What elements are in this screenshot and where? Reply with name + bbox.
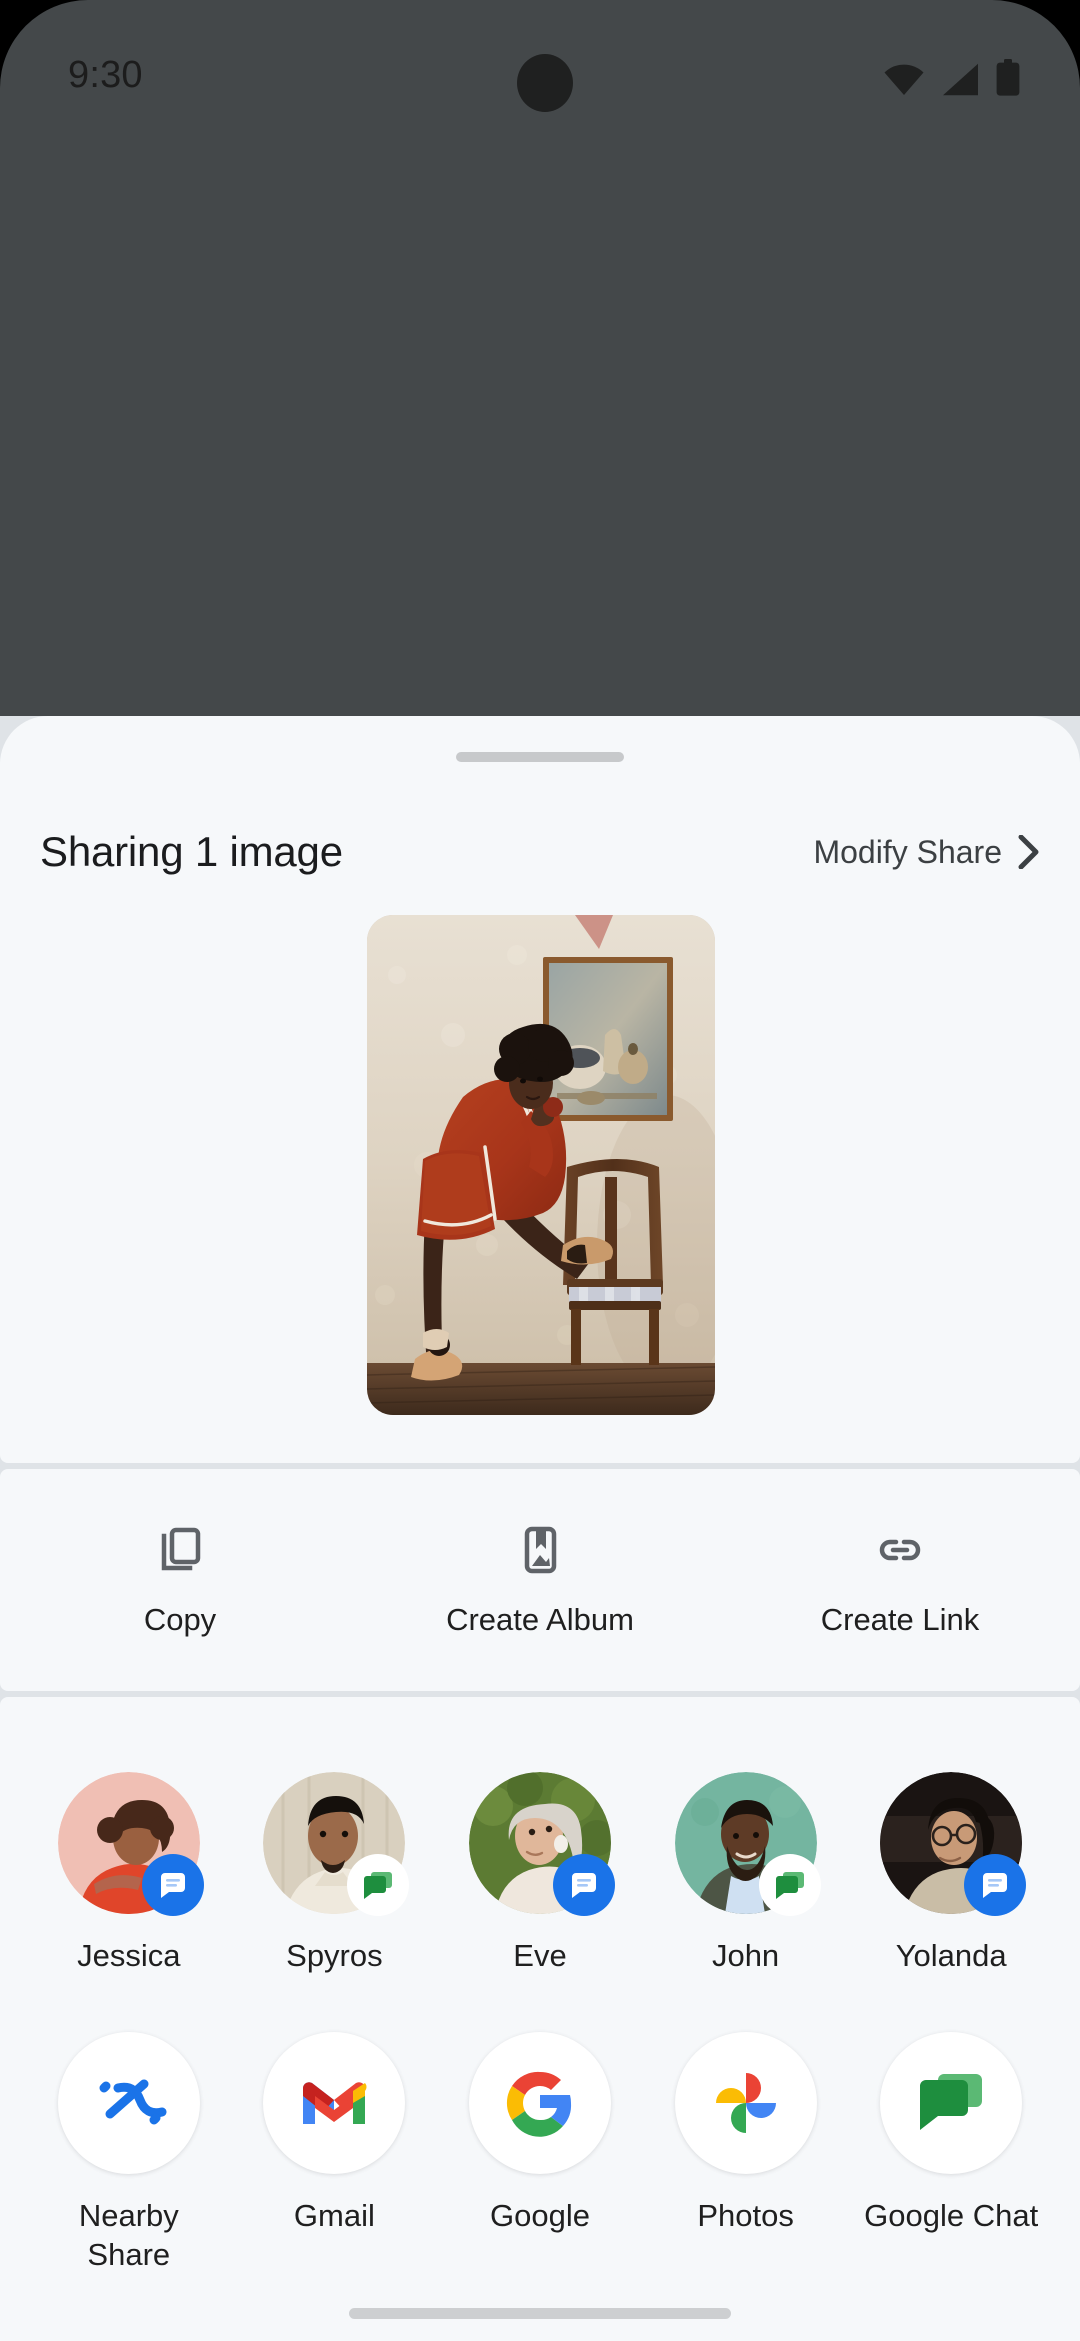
nearby-share-icon	[88, 2062, 170, 2144]
app-icon-wrap	[58, 2032, 200, 2174]
messages-badge-icon	[964, 1854, 1026, 1916]
contact-jessica[interactable]: Jessica	[26, 1772, 232, 1976]
action-copy-label: Copy	[144, 1602, 216, 1638]
link-icon	[872, 1522, 928, 1578]
app-label: Nearby Share	[34, 2196, 224, 2275]
app-icon-wrap	[263, 2032, 405, 2174]
contact-name: Eve	[513, 1936, 566, 1976]
chat-badge-icon	[347, 1854, 409, 1916]
preview-image-art	[367, 915, 715, 1415]
direct-share-contacts-row: Jessica	[0, 1697, 1080, 1976]
wifi-icon	[884, 64, 924, 96]
contact-john[interactable]: John	[643, 1772, 849, 1976]
status-bar: 9:30	[0, 0, 1080, 130]
avatar-wrap	[469, 1772, 611, 1914]
share-apps-row: Nearby Share	[0, 1976, 1080, 2275]
share-sheet: Sharing 1 image Modify Share	[0, 716, 1080, 2341]
action-copy[interactable]: Copy	[0, 1522, 360, 1638]
home-gesture-pill[interactable]	[349, 2308, 731, 2319]
app-google[interactable]: Google	[437, 2032, 643, 2275]
avatar-wrap	[58, 1772, 200, 1914]
app-nearby-share[interactable]: Nearby Share	[26, 2032, 232, 2275]
share-actions-row: Copy Create Album	[0, 1469, 1080, 1691]
contact-yolanda[interactable]: Yolanda	[848, 1772, 1054, 1976]
share-title: Sharing 1 image	[40, 828, 343, 876]
google-photos-icon	[705, 2062, 787, 2144]
app-label: Gmail	[294, 2196, 375, 2236]
app-icon-wrap	[880, 2032, 1022, 2174]
chevron-right-icon	[1018, 835, 1040, 869]
contact-spyros[interactable]: Spyros	[232, 1772, 438, 1976]
app-icon-wrap	[675, 2032, 817, 2174]
google-icon	[499, 2062, 581, 2144]
action-create-link-label: Create Link	[821, 1602, 980, 1638]
status-bar-icons	[884, 52, 1020, 96]
phone-screen: 9:30 Sharing 1 image Modify Share	[0, 0, 1080, 2341]
copy-icon	[152, 1522, 208, 1578]
contact-name: Spyros	[286, 1936, 382, 1976]
contact-eve[interactable]: Eve	[437, 1772, 643, 1976]
share-targets: Jessica	[0, 1697, 1080, 2275]
gmail-icon	[293, 2062, 375, 2144]
modify-share-button[interactable]: Modify Share	[813, 834, 1040, 871]
share-sheet-header: Sharing 1 image Modify Share	[0, 804, 1080, 900]
app-label: Google Chat	[864, 2196, 1038, 2236]
avatar-wrap	[263, 1772, 405, 1914]
google-chat-icon	[910, 2062, 992, 2144]
album-icon	[512, 1522, 568, 1578]
app-gmail[interactable]: Gmail	[232, 2032, 438, 2275]
app-icon-wrap	[469, 2032, 611, 2174]
front-camera-cutout	[517, 54, 573, 112]
drag-handle[interactable]	[456, 752, 624, 762]
action-create-album-label: Create Album	[446, 1602, 634, 1638]
status-bar-clock: 9:30	[68, 56, 143, 94]
action-create-album[interactable]: Create Album	[360, 1522, 720, 1638]
modify-share-label: Modify Share	[813, 834, 1002, 871]
app-label: Google	[490, 2196, 590, 2236]
cellular-signal-icon	[941, 63, 979, 96]
shared-image-preview[interactable]	[367, 915, 715, 1415]
action-create-link[interactable]: Create Link	[720, 1522, 1080, 1638]
avatar-wrap	[880, 1772, 1022, 1914]
app-photos[interactable]: Photos	[643, 2032, 849, 2275]
battery-icon	[996, 59, 1020, 96]
app-google-chat[interactable]: Google Chat	[848, 2032, 1054, 2275]
avatar-wrap	[675, 1772, 817, 1914]
messages-badge-icon	[553, 1854, 615, 1916]
chat-badge-icon	[759, 1854, 821, 1916]
contact-name: John	[712, 1936, 779, 1976]
app-label: Photos	[697, 2196, 794, 2236]
contact-name: Yolanda	[896, 1936, 1007, 1976]
messages-badge-icon	[142, 1854, 204, 1916]
contact-name: Jessica	[77, 1936, 180, 1976]
